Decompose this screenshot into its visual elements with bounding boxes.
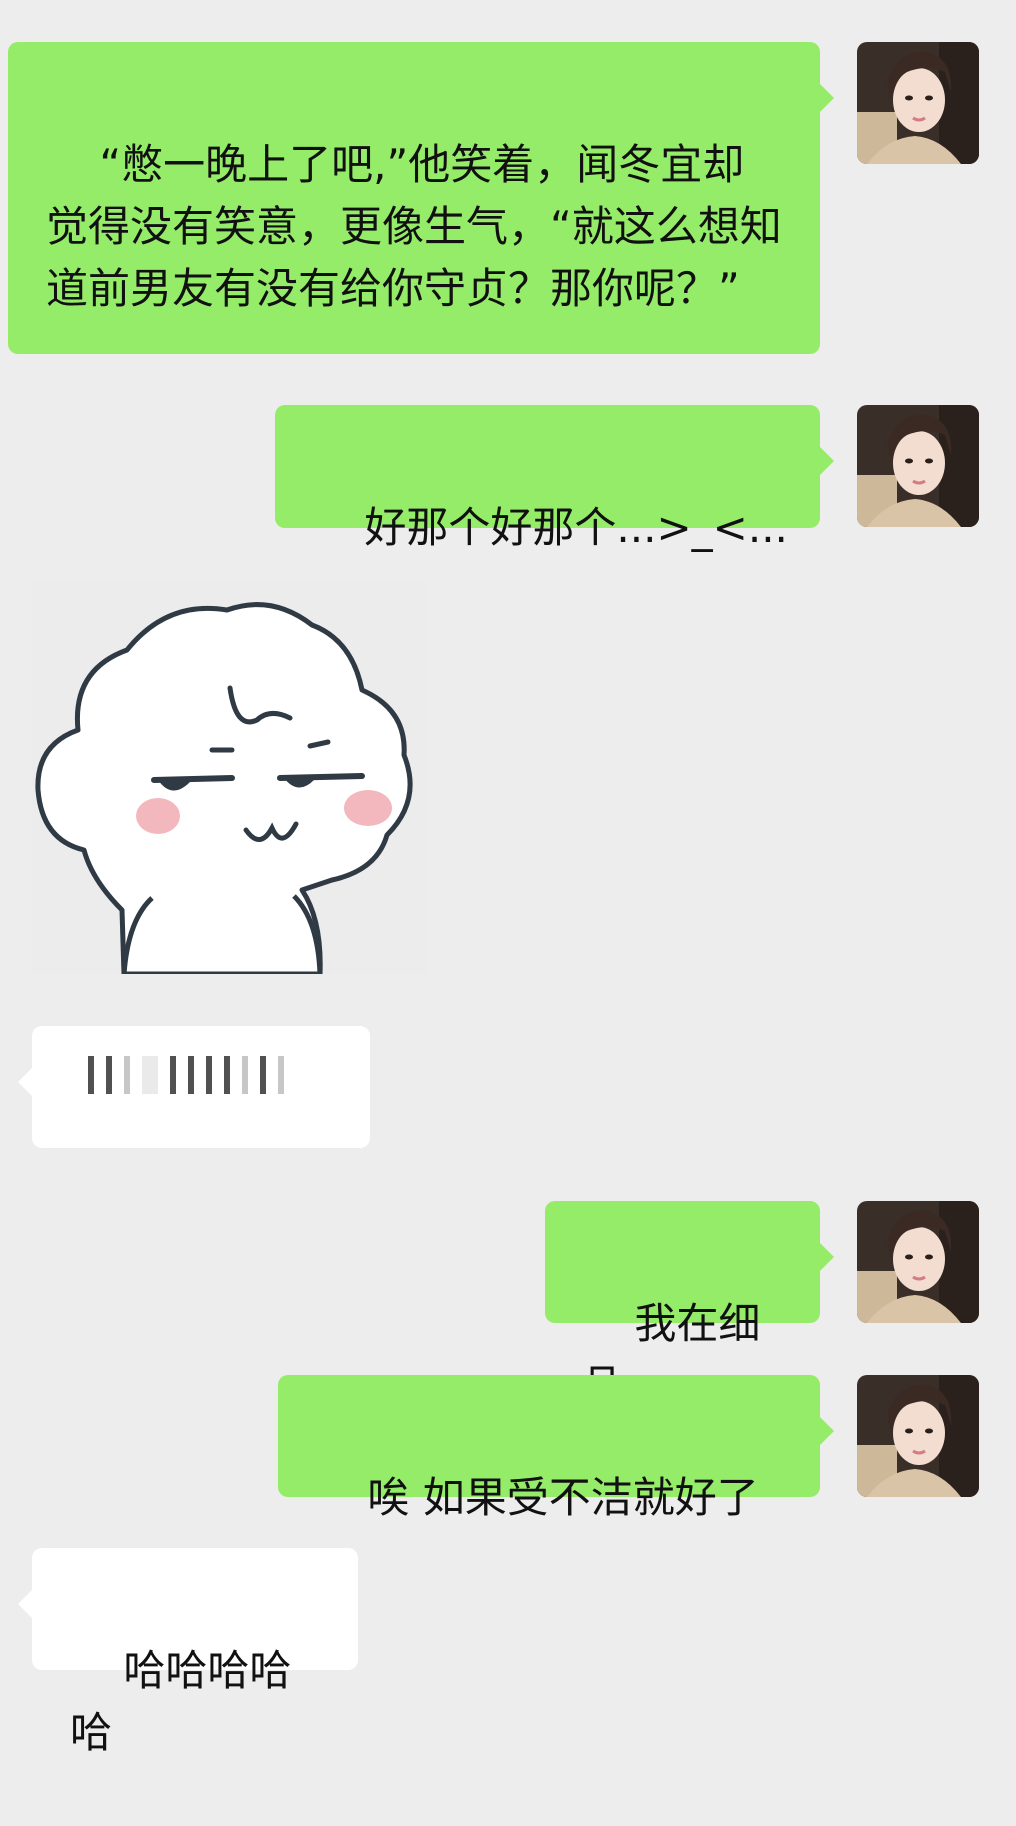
chat-window: “憋一晚上了吧,”他笑着，闻冬宜却觉得没有笑意，更像生气，“就这么想知道前男友有…	[0, 0, 1016, 1757]
avatar[interactable]	[857, 42, 979, 164]
message-bubble-outgoing[interactable]: 我在细品	[545, 1201, 834, 1410]
message-text: 哈哈哈哈哈	[70, 1646, 292, 1757]
sticker-image[interactable]	[32, 580, 428, 977]
message-text: 好那个好那个...>_<...	[364, 503, 788, 552]
user-avatar-icon	[857, 42, 979, 164]
message-text: 唉 如果受不洁就好了	[367, 1473, 759, 1522]
message-bubble-outgoing[interactable]: 唉 如果受不洁就好了	[278, 1375, 834, 1522]
message-bubble-outgoing[interactable]: 好那个好那个...>_<...	[275, 405, 834, 552]
avatar[interactable]	[857, 405, 979, 527]
message-text: “憋一晚上了吧,”他笑着，闻冬宜却觉得没有笑意，更像生气，“就这么想知道前男友有…	[46, 140, 782, 313]
avatar[interactable]	[857, 1201, 979, 1323]
voice-waveform-icon	[88, 1056, 296, 1094]
user-avatar-icon	[857, 1201, 979, 1323]
message-bubble-incoming[interactable]: 哈哈哈哈哈	[18, 1548, 358, 1757]
user-avatar-icon	[857, 405, 979, 527]
message-bubble-outgoing[interactable]: “憋一晚上了吧,”他笑着，闻冬宜却觉得没有笑意，更像生气，“就这么想知道前男友有…	[8, 42, 834, 354]
user-avatar-icon	[857, 1375, 979, 1497]
avatar[interactable]	[857, 1375, 979, 1497]
smug-cloud-face-sticker	[32, 580, 428, 977]
